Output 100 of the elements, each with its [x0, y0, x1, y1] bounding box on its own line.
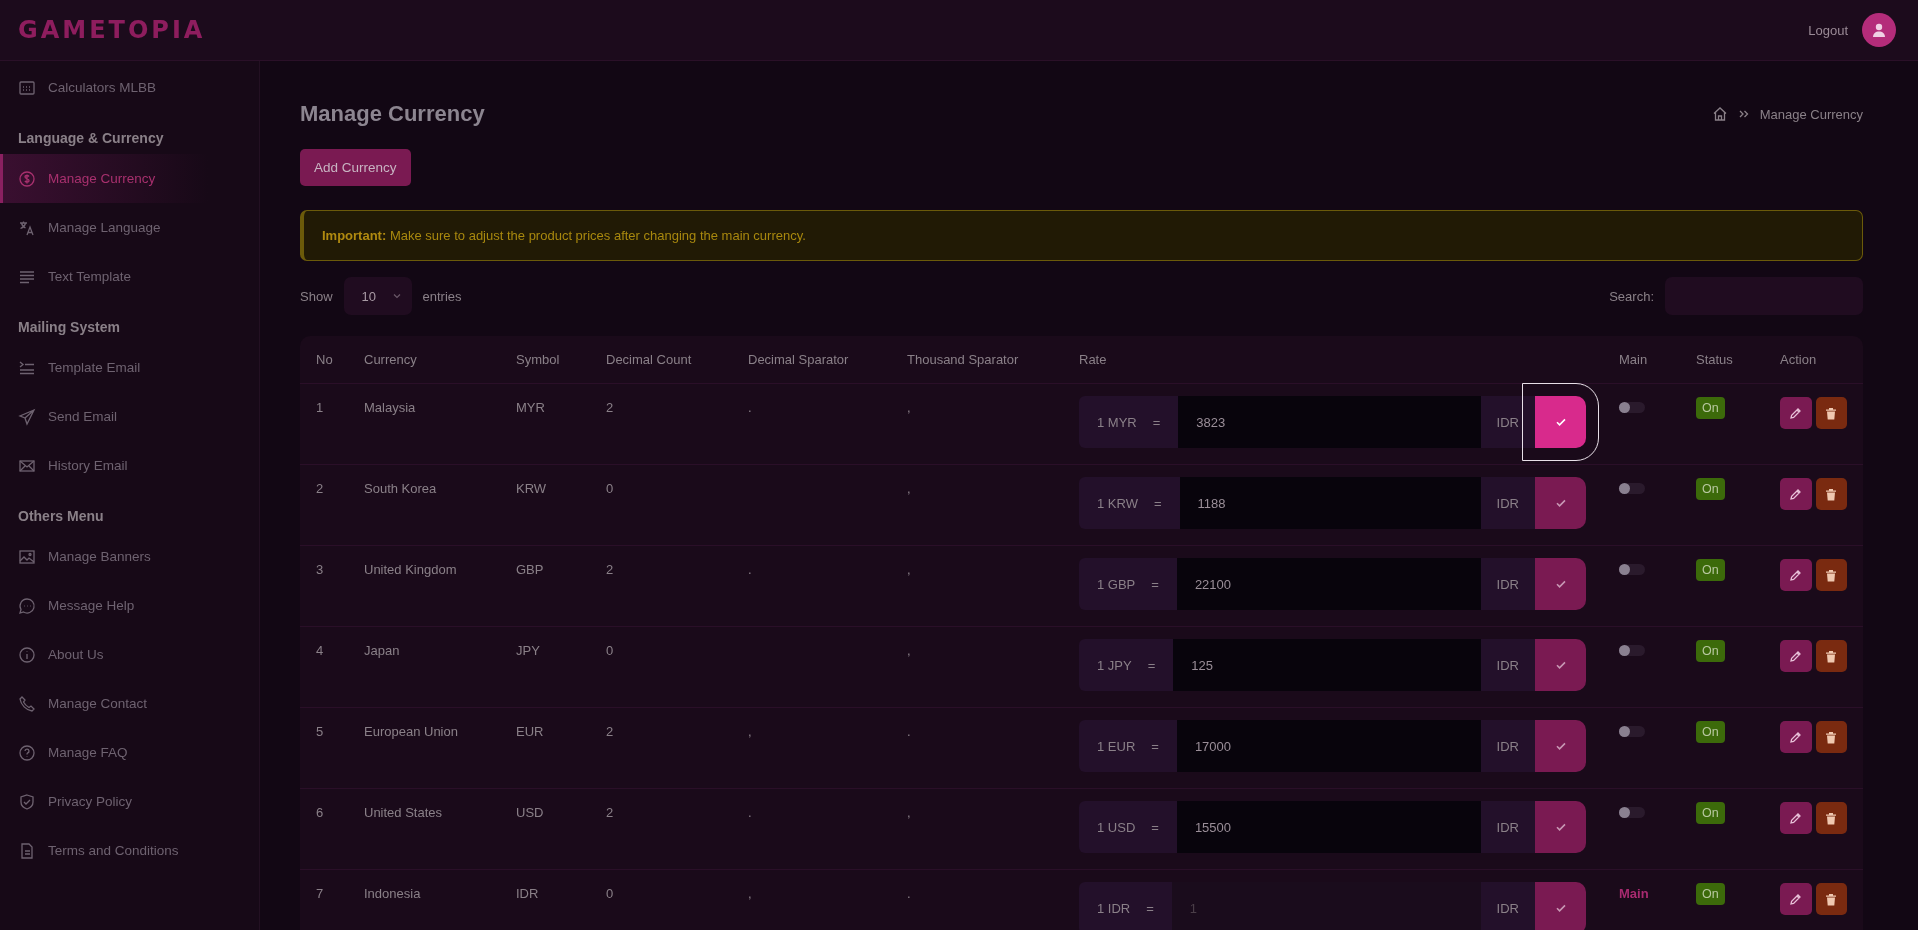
logout-link[interactable]: Logout	[1808, 22, 1848, 38]
edit-button[interactable]	[1780, 559, 1812, 591]
sidebar-item[interactable]: Message Help	[0, 581, 259, 630]
table-cell: Japan	[364, 643, 400, 658]
rate-prefix: 1 KRW	[1097, 495, 1138, 511]
pencil-icon	[1789, 730, 1803, 744]
logo[interactable]: GAMETOPIA	[18, 16, 206, 44]
table-cell: 2	[606, 805, 614, 820]
rate-suffix: IDR	[1480, 882, 1535, 930]
check-icon	[1554, 416, 1567, 428]
check-icon	[1554, 821, 1567, 833]
show-label: Show	[300, 288, 333, 304]
table-cell: 3	[316, 562, 324, 577]
phone-icon	[18, 694, 36, 713]
equals-sign: =	[1151, 738, 1159, 754]
table-cell: 5	[316, 724, 324, 739]
equals-sign: =	[1146, 900, 1154, 916]
trash-icon	[1825, 406, 1838, 420]
check-icon	[1554, 902, 1567, 914]
table-cell: United States	[364, 805, 443, 820]
edit-button[interactable]	[1780, 802, 1812, 834]
main-toggle[interactable]	[1619, 726, 1645, 737]
main-toggle[interactable]	[1619, 807, 1645, 818]
sidebar-item[interactable]: Manage Contact	[0, 679, 259, 728]
entries-select[interactable]: 10	[343, 277, 412, 315]
table-cell: 2	[606, 562, 614, 577]
edit-button[interactable]	[1780, 640, 1812, 672]
delete-button[interactable]	[1815, 802, 1847, 834]
main-toggle[interactable]	[1619, 564, 1645, 575]
home-icon[interactable]	[1711, 106, 1728, 122]
column-header: Status	[1696, 352, 1733, 367]
table-cell: United Kingdom	[364, 562, 457, 577]
table-cell: USD	[516, 805, 544, 820]
main-toggle[interactable]	[1619, 645, 1645, 656]
entries-label: entries	[422, 288, 462, 304]
status-badge: On	[1696, 397, 1725, 419]
main-toggle[interactable]	[1619, 402, 1645, 413]
pencil-icon	[1789, 568, 1803, 582]
sidebar-item[interactable]: Terms and Conditions	[0, 826, 259, 875]
rate-suffix: IDR	[1480, 558, 1535, 610]
table-cell: Malaysia	[364, 400, 416, 415]
pencil-icon	[1789, 406, 1803, 420]
status-badge: On	[1696, 721, 1725, 743]
edit-button[interactable]	[1780, 397, 1812, 429]
rate-prefix: 1 JPY	[1097, 657, 1132, 673]
check-icon	[1554, 659, 1567, 671]
delete-button[interactable]	[1815, 397, 1847, 429]
column-header: Symbol	[516, 352, 560, 367]
sidebar-item[interactable]: About Us	[0, 630, 259, 679]
sidebar-item[interactable]: Manage Banners	[0, 532, 259, 581]
trash-icon	[1825, 892, 1838, 906]
rate-input[interactable]: 125	[1173, 639, 1481, 691]
edit-button[interactable]	[1780, 721, 1812, 753]
edit-button[interactable]	[1780, 883, 1812, 915]
trash-icon	[1825, 730, 1838, 744]
delete-button[interactable]	[1815, 883, 1847, 915]
column-header: Rate	[1079, 352, 1107, 367]
rate-input[interactable]: 22100	[1176, 558, 1481, 610]
image-icon	[18, 547, 36, 566]
rate-input[interactable]: 17000	[1176, 720, 1481, 772]
edit-button[interactable]	[1780, 478, 1812, 510]
table-cell: Indonesia	[364, 886, 421, 901]
delete-button[interactable]	[1815, 478, 1847, 510]
status-badge: On	[1696, 802, 1725, 824]
rate-suffix: IDR	[1480, 396, 1535, 448]
sidebar-item[interactable]: History Email	[0, 441, 259, 490]
sidebar-item[interactable]: Text Template	[0, 252, 259, 301]
shield-icon	[18, 792, 36, 811]
check-icon	[1554, 740, 1567, 752]
table-cell: 4	[316, 643, 324, 658]
table-cell: European Union	[364, 724, 458, 739]
sidebar-item[interactable]: Privacy Policy	[0, 777, 259, 826]
dollar-circle-icon	[18, 169, 36, 188]
delete-button[interactable]	[1815, 559, 1847, 591]
table-cell: ,	[748, 724, 752, 739]
sidebar-item[interactable]: Manage FAQ	[0, 728, 259, 777]
sidebar-item[interactable]: Send Email	[0, 392, 259, 441]
rate-input[interactable]: 15500	[1176, 801, 1481, 853]
pencil-icon	[1789, 487, 1803, 501]
avatar-icon[interactable]	[1862, 13, 1896, 47]
delete-button[interactable]	[1815, 640, 1847, 672]
equals-sign: =	[1147, 657, 1156, 673]
status-badge: On	[1696, 883, 1725, 905]
chevrons-icon	[1737, 108, 1750, 120]
trash-icon	[1825, 568, 1838, 582]
table-cell: ,	[907, 562, 911, 577]
rate-suffix: IDR	[1480, 639, 1535, 691]
breadcrumb-current: Manage Currency	[1759, 106, 1863, 122]
add-currency-button[interactable]: Add Currency	[300, 149, 411, 186]
status-badge: On	[1696, 640, 1725, 662]
sidebar-item[interactable]: Template Email	[0, 343, 259, 392]
check-icon	[1554, 497, 1567, 509]
rate-input[interactable]: 3823	[1178, 396, 1481, 448]
rate-input[interactable]: 1188	[1179, 477, 1481, 529]
sidebar-item[interactable]: Calculators MLBB	[0, 63, 259, 112]
pencil-icon	[1789, 649, 1803, 663]
main-toggle[interactable]	[1619, 483, 1645, 494]
status-badge: On	[1696, 559, 1725, 581]
delete-button[interactable]	[1815, 721, 1847, 753]
sidebar-item[interactable]: Manage Language	[0, 203, 259, 252]
